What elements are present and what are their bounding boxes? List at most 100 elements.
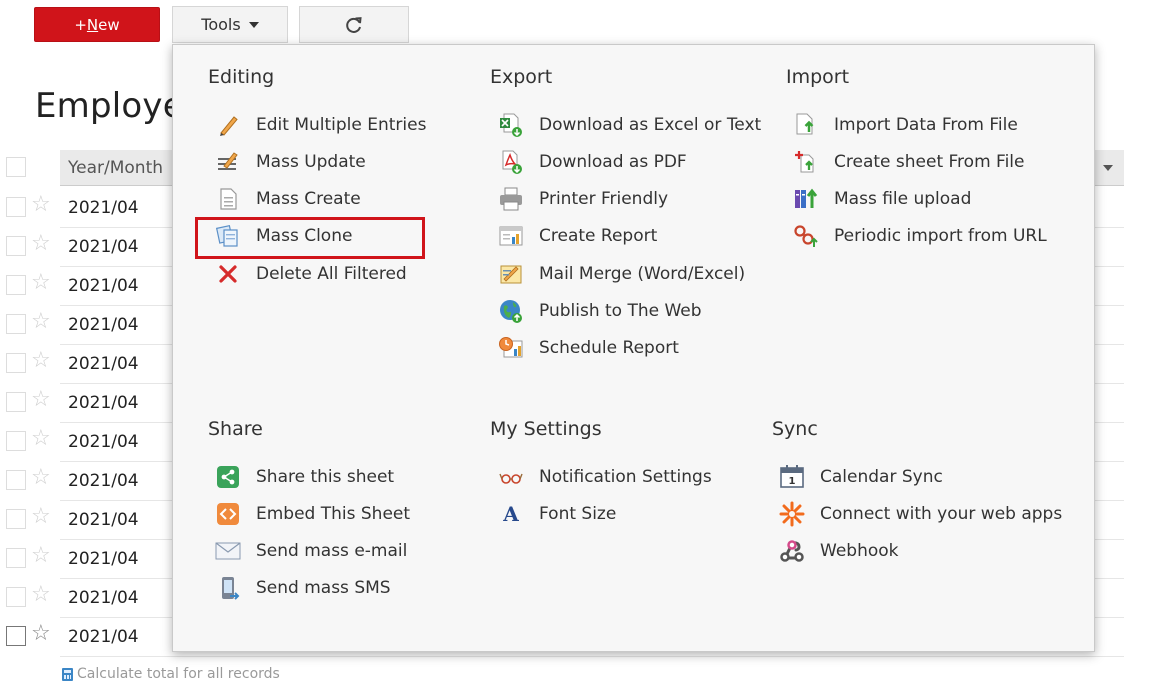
menu-item-send-mass-sms[interactable]: Send mass SMS: [215, 575, 391, 601]
menu-item-label: Notification Settings: [539, 467, 712, 487]
menu-item-label: Edit Multiple Entries: [256, 115, 427, 135]
menu-item-label: Mail Merge (Word/Excel): [539, 264, 746, 284]
new-plus: +: [74, 15, 87, 34]
menu-item-label: Create Report: [539, 226, 658, 246]
cell-year-month: 2021/04: [68, 471, 139, 491]
menu-item-create-report[interactable]: Create Report: [498, 223, 657, 249]
cell-year-month: 2021/04: [68, 588, 139, 608]
star-icon[interactable]: ☆: [31, 349, 51, 373]
row-checkbox[interactable]: [6, 236, 26, 256]
row-checkbox[interactable]: [6, 197, 26, 217]
section-title-sync: Sync: [772, 418, 818, 440]
cell-year-month: 2021/04: [68, 432, 139, 452]
star-icon[interactable]: ☆: [31, 427, 51, 451]
star-icon[interactable]: ☆: [31, 544, 51, 568]
menu-item-embed-sheet[interactable]: Embed This Sheet: [215, 501, 410, 527]
star-icon[interactable]: ☆: [31, 466, 51, 490]
refresh-icon: [346, 16, 362, 33]
row-checkbox[interactable]: [6, 509, 26, 529]
glasses-icon: [498, 465, 524, 489]
star-icon[interactable]: ☆: [31, 232, 51, 256]
menu-item-notification-settings[interactable]: Notification Settings: [498, 464, 712, 490]
embed-icon: [215, 502, 241, 526]
star-icon[interactable]: ☆: [31, 622, 51, 646]
menu-item-connect-web-apps[interactable]: Connect with your web apps: [779, 501, 1062, 527]
row-checkbox[interactable]: [6, 470, 26, 490]
new-underlined-letter: N: [86, 15, 99, 34]
row-checkbox[interactable]: [6, 626, 26, 646]
calculate-total-label: Calculate total for all records: [77, 666, 280, 682]
menu-item-calendar-sync[interactable]: 1 Calendar Sync: [779, 464, 943, 490]
menu-item-mass-file-upload[interactable]: Mass file upload: [793, 186, 971, 212]
menu-item-label: Share this sheet: [256, 467, 395, 487]
row-checkbox[interactable]: [6, 548, 26, 568]
row-checkbox[interactable]: [6, 431, 26, 451]
mobile-phone-icon: [215, 576, 241, 600]
row-checkbox[interactable]: [6, 353, 26, 373]
menu-item-delete-all-filtered[interactable]: Delete All Filtered: [215, 261, 407, 287]
row-checkbox[interactable]: [6, 314, 26, 334]
menu-item-create-sheet[interactable]: Create sheet From File: [793, 149, 1024, 175]
red-x-icon: [215, 262, 241, 286]
menu-item-schedule-report[interactable]: Schedule Report: [498, 335, 679, 361]
menu-item-printer-friendly[interactable]: Printer Friendly: [498, 186, 668, 212]
webhook-icon: [779, 539, 805, 563]
create-sheet-icon: [793, 150, 819, 174]
calendar-icon: 1: [779, 465, 805, 489]
star-icon[interactable]: ☆: [31, 193, 51, 217]
schedule-report-icon: [498, 336, 524, 360]
star-icon[interactable]: ☆: [31, 310, 51, 334]
menu-item-label: Mass Clone: [256, 226, 353, 246]
row-checkbox[interactable]: [6, 275, 26, 295]
section-title-editing: Editing: [208, 66, 275, 88]
menu-item-publish-web[interactable]: Publish to The Web: [498, 298, 702, 324]
star-icon[interactable]: ☆: [31, 505, 51, 529]
row-checkbox[interactable]: [6, 392, 26, 412]
menu-item-periodic-import[interactable]: Periodic import from URL: [793, 223, 1047, 249]
menu-item-label: Create sheet From File: [834, 152, 1025, 172]
column-dropdown-icon[interactable]: [1103, 165, 1113, 171]
star-icon[interactable]: ☆: [31, 271, 51, 295]
menu-item-download-pdf[interactable]: Download as PDF: [498, 149, 687, 175]
menu-item-webhook[interactable]: Webhook: [779, 538, 898, 564]
menu-item-label: Import Data From File: [834, 115, 1018, 135]
menu-item-label: Delete All Filtered: [256, 264, 407, 284]
caret-down-icon: [248, 21, 259, 28]
menu-item-download-excel[interactable]: Download as Excel or Text: [498, 112, 761, 138]
star-icon[interactable]: ☆: [31, 583, 51, 607]
pencil-icon: [215, 113, 241, 137]
new-button[interactable]: + New: [34, 7, 160, 42]
menu-item-share-sheet[interactable]: Share this sheet: [215, 464, 394, 490]
menu-item-import-data[interactable]: Import Data From File: [793, 112, 1018, 138]
tools-label: Tools: [201, 15, 241, 34]
share-icon: [215, 465, 241, 489]
calculate-total-link[interactable]: Calculate total for all records: [62, 666, 280, 682]
column-header-label: Year/Month: [68, 158, 164, 178]
menu-item-label: Download as PDF: [539, 152, 687, 172]
menu-item-label: Send mass e-mail: [256, 541, 408, 561]
star-icon[interactable]: ☆: [31, 388, 51, 412]
section-title-my-settings: My Settings: [490, 418, 602, 440]
menu-item-mass-create[interactable]: Mass Create: [215, 186, 361, 212]
menu-item-mass-update[interactable]: Mass Update: [215, 149, 366, 175]
excel-download-icon: [498, 113, 524, 137]
cell-year-month: 2021/04: [68, 354, 139, 374]
menu-item-mail-merge[interactable]: Mail Merge (Word/Excel): [498, 261, 745, 287]
cell-year-month: 2021/04: [68, 315, 139, 335]
clone-icon: [215, 224, 241, 248]
menu-item-send-mass-email[interactable]: Send mass e-mail: [215, 538, 407, 564]
menu-item-font-size[interactable]: A Font Size: [498, 501, 616, 527]
menu-item-label: Periodic import from URL: [834, 226, 1047, 246]
refresh-button[interactable]: [299, 6, 409, 43]
select-all-checkbox[interactable]: [6, 157, 26, 177]
menu-item-mass-clone[interactable]: Mass Clone: [215, 223, 352, 249]
link-icon: [793, 224, 819, 248]
menu-item-edit-multiple-entries[interactable]: Edit Multiple Entries: [215, 112, 426, 138]
row-checkbox[interactable]: [6, 587, 26, 607]
menu-item-label: Calendar Sync: [820, 467, 943, 487]
menu-item-label: Webhook: [820, 541, 899, 561]
envelope-icon: [215, 539, 241, 563]
tools-button[interactable]: Tools: [172, 6, 288, 43]
cell-year-month: 2021/04: [68, 510, 139, 530]
section-title-export: Export: [490, 66, 553, 88]
